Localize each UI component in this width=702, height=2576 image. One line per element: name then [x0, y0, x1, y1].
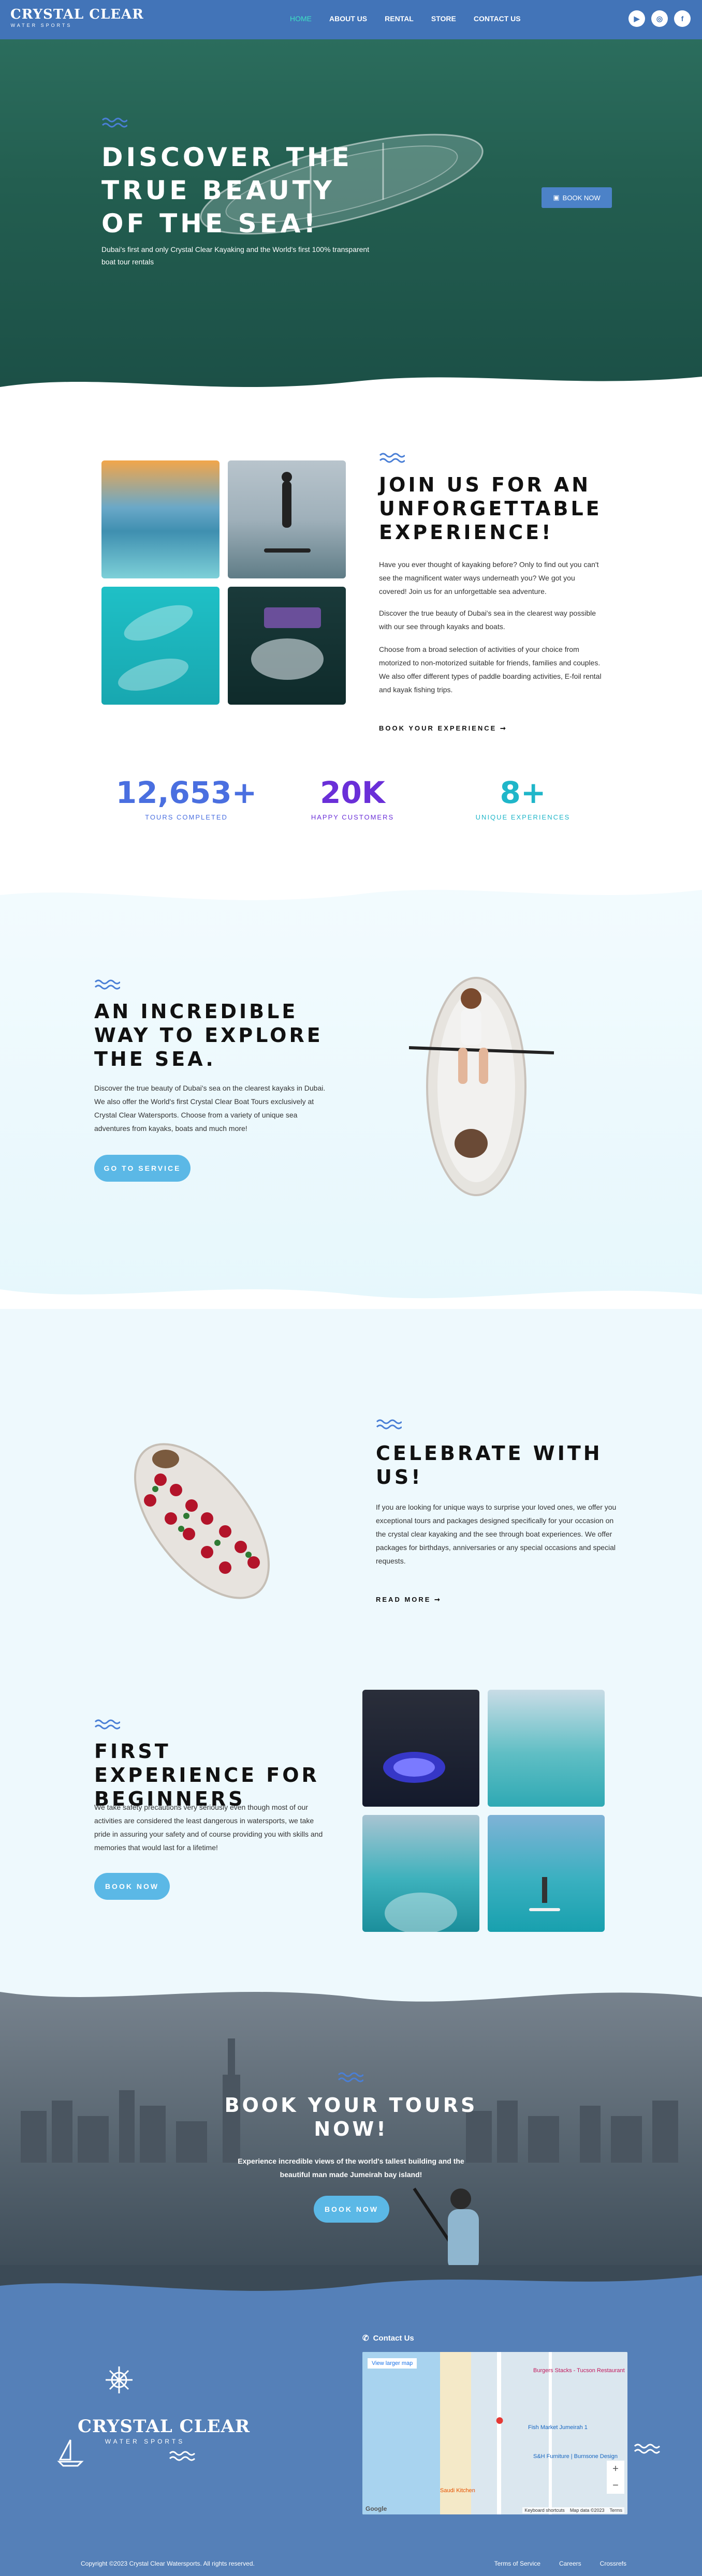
wave-icon [101, 117, 127, 128]
social-links: ▶ ◎ f [628, 10, 691, 27]
contact-heading: ✆ Contact Us [362, 2333, 414, 2343]
footer-logo-title: CRYSTAL CLEAR [78, 2416, 251, 2437]
map-road [497, 2352, 501, 2514]
join-paragraph-3: Choose from a broad selection of activit… [379, 645, 602, 694]
location-icon: ✆ [362, 2334, 369, 2343]
photo-kids-paddle [488, 1690, 605, 1807]
hero-subtitle: Dubai's first and only Crystal Clear Kay… [101, 245, 370, 266]
stat-experiences-label: UNIQUE EXPERIENCES [475, 813, 571, 821]
logo-subtitle: WATER SPORTS [10, 23, 72, 28]
map-label: Saudi Kitchen [440, 2488, 475, 2494]
photo-kayak-view [362, 1815, 479, 1932]
footer-links: Terms of Service Careers Crossrefs [494, 2560, 626, 2567]
map-terms-link[interactable]: Terms [610, 2508, 623, 2513]
map-road [549, 2352, 552, 2514]
celebrate-text: If you are looking for unique ways to su… [376, 1503, 617, 1565]
nav-item-store[interactable]: STORE [431, 14, 456, 23]
stat-tours-value: 12,653+ [115, 775, 257, 810]
map-larger-link[interactable]: View larger map [368, 2358, 417, 2369]
copyright-text: Copyright ©2023 Crystal Clear Watersport… [81, 2560, 255, 2567]
map-shortcuts-link[interactable]: Keyboard shortcuts [524, 2508, 565, 2513]
stat-customers-value: 20K [320, 775, 385, 810]
main-menu: HOME ABOUT US RENTAL STORE CONTACT US [290, 14, 521, 23]
photo-couple-kayaks [101, 587, 220, 705]
stat-tours-label: TOURS COMPLETED [145, 813, 228, 821]
contact-label: Contact Us [373, 2333, 414, 2343]
facebook-icon[interactable]: f [674, 10, 691, 27]
wave-icon [379, 453, 405, 463]
top-navbar: CRYSTAL CLEAR WATER SPORTS HOME ABOUT US… [0, 0, 702, 39]
hero-book-label: BOOK NOW [562, 193, 601, 202]
hero-bottom-wave [0, 377, 702, 401]
map-zoom-controls: + − [607, 2461, 624, 2494]
wave-icon [94, 1719, 120, 1730]
read-more-link[interactable]: READ MORE ➞ [376, 1596, 442, 1604]
footer: CRYSTAL CLEAR WATER SPORTS ✆ Contact Us V… [0, 2265, 702, 2576]
nav-item-home[interactable]: HOME [290, 14, 312, 23]
photo-sunset-kayak [101, 460, 220, 578]
photo-paddleboard-city [488, 1815, 605, 1932]
photo-night-kayak [362, 1690, 479, 1807]
wave-icon [634, 2444, 661, 2454]
hero-title: DISCOVER THE TRUE BEAUTY OF THE SEA! [101, 142, 353, 239]
photo-boat-canopy [228, 587, 346, 705]
beginners-text: We take safety precautions very seriousl… [94, 1803, 323, 1852]
nav-item-about[interactable]: ABOUT US [329, 14, 367, 23]
calendar-icon: ▣ [553, 193, 560, 201]
crossrefs-link[interactable]: Crossrefs [600, 2560, 626, 2567]
brand-logo[interactable]: CRYSTAL CLEAR WATER SPORTS [10, 7, 144, 28]
logo-title: CRYSTAL CLEAR [10, 7, 144, 22]
nav-item-contact[interactable]: CONTACT US [474, 14, 521, 23]
explore-title: AN INCREDIBLE WAY TO EXPLORE THE SEA. [94, 1000, 323, 1070]
map-label: Burgers Stacks - Tucson Restaurant [533, 2367, 625, 2374]
wave-icon [376, 1419, 402, 1430]
join-paragraph-1: Have you ever thought of kayaking before… [379, 560, 599, 595]
wave-icon [338, 2072, 363, 2082]
zoom-in-icon[interactable]: + [612, 2463, 619, 2475]
terms-link[interactable]: Terms of Service [494, 2560, 540, 2567]
rose-kayak-image [134, 1443, 270, 1599]
map-embed[interactable]: View larger map ● Burgers Stacks - Tucso… [362, 2352, 627, 2514]
map-label: S&H Furniture | Burnsone Design [533, 2453, 618, 2460]
ship-wheel-icon [106, 2366, 133, 2393]
wave-icon [94, 979, 120, 990]
footer-logo[interactable]: CRYSTAL CLEAR WATER SPORTS [78, 2416, 251, 2445]
kayak-woman-image [409, 977, 554, 1196]
nav-item-rental[interactable]: RENTAL [385, 14, 414, 23]
join-paragraph-2: Discover the true beauty of Dubai's sea … [379, 609, 596, 631]
paddleboarder-icon [264, 472, 311, 553]
youtube-icon[interactable]: ▶ [628, 10, 645, 27]
tours-book-button[interactable]: BOOK NOW [314, 2196, 389, 2223]
stat-experiences-value: 8+ [500, 775, 546, 810]
go-to-service-button[interactable]: GO TO SERVICE [94, 1155, 191, 1182]
hero-section: DISCOVER THE TRUE BEAUTY OF THE SEA! Dub… [0, 39, 702, 401]
hero-book-button[interactable]: ▣ BOOK NOW [542, 187, 612, 208]
map-pin-icon: ● [495, 2411, 505, 2429]
zoom-out-icon[interactable]: − [612, 2480, 619, 2492]
tours-title: BOOK YOUR TOURS NOW! [224, 2094, 478, 2140]
tours-text: Experience incredible views of the world… [238, 2157, 464, 2179]
join-title: JOIN US FOR AN UNFORGETTABLE EXPERIENCE! [379, 473, 602, 544]
explore-text: Discover the true beauty of Dubai's sea … [94, 1084, 326, 1133]
map-google-logo: Google [365, 2505, 387, 2512]
sailboat-icon [57, 2439, 84, 2467]
instagram-icon[interactable]: ◎ [651, 10, 668, 27]
beginners-book-button[interactable]: BOOK NOW [94, 1873, 170, 1900]
map-label: Fish Market Jumeirah 1 [528, 2424, 588, 2431]
careers-link[interactable]: Careers [559, 2560, 581, 2567]
footer-logo-subtitle: WATER SPORTS [105, 2438, 185, 2445]
stat-customers-label: HAPPY CUSTOMERS [311, 813, 394, 821]
celebrate-title: CELEBRATE WITH US! [376, 1442, 603, 1488]
map-data-text: Map data ©2023 [569, 2508, 605, 2513]
photo-paddleboard [228, 460, 346, 578]
map-attribution: Keyboard shortcuts Map data ©2023 Terms [522, 2507, 624, 2513]
wave-icon [169, 2451, 196, 2461]
book-experience-link[interactable]: BOOK YOUR EXPERIENCE ➞ [379, 724, 507, 733]
